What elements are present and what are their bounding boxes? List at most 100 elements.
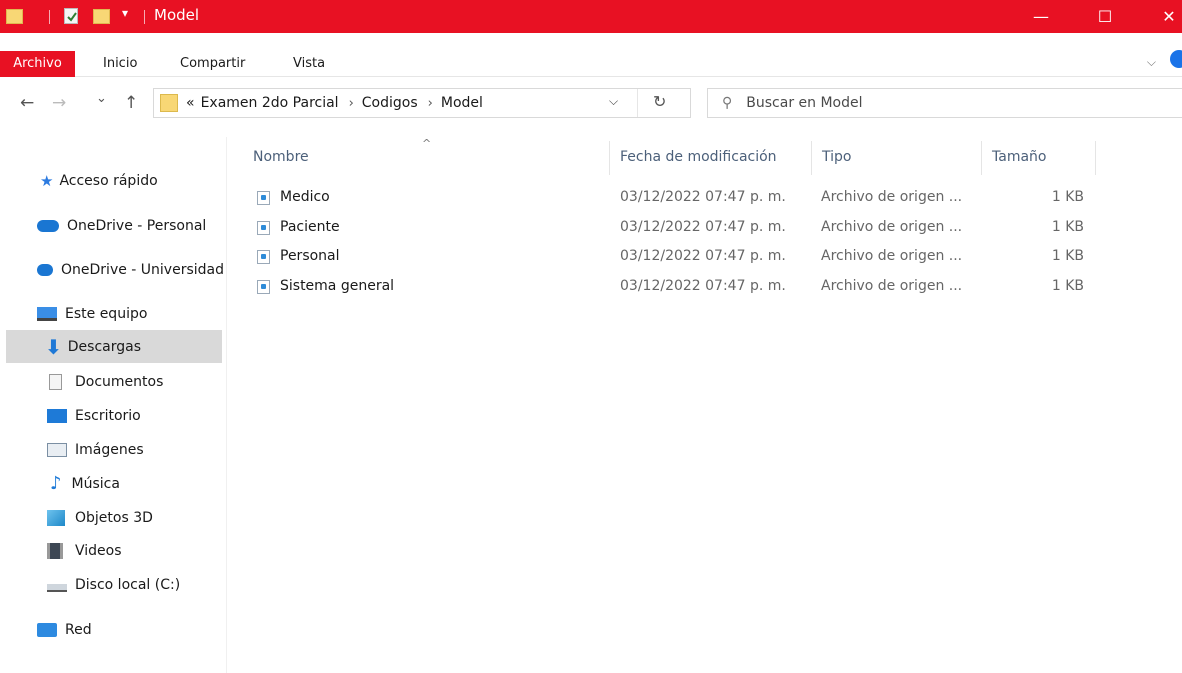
sidebar-item-label: Objetos 3D — [75, 509, 153, 526]
sidebar-item-disco-local[interactable]: Disco local (C:) — [47, 568, 222, 601]
sidebar-item-label: OneDrive - Personal — [67, 217, 207, 234]
sidebar-item-imagenes[interactable]: Imágenes — [47, 433, 222, 466]
breadcrumb-chevron-icon[interactable]: › — [428, 96, 433, 111]
source-file-icon — [257, 250, 270, 264]
computer-icon — [37, 306, 57, 321]
ribbon-expand-icon[interactable]: ⌵ — [1147, 55, 1156, 70]
file-size: 1 KB — [1051, 189, 1084, 205]
file-name: Paciente — [280, 219, 340, 235]
navigation-pane: ★ Acceso rápido OneDrive - Personal OneD… — [0, 137, 227, 673]
new-folder-icon[interactable] — [93, 9, 110, 24]
file-row[interactable]: Personal 03/12/2022 07:47 p. m. Archivo … — [250, 242, 1090, 272]
minimize-button[interactable]: — — [1018, 0, 1064, 33]
breadcrumb-chevron-icon[interactable]: › — [349, 96, 354, 111]
file-name: Personal — [280, 248, 340, 264]
sidebar-item-escritorio[interactable]: Escritorio — [47, 399, 222, 432]
column-divider[interactable] — [981, 141, 982, 175]
close-button[interactable]: ✕ — [1146, 0, 1182, 33]
file-row[interactable]: Medico 03/12/2022 07:47 p. m. Archivo de… — [250, 183, 1090, 213]
recent-locations-icon[interactable]: ⌄ — [96, 91, 107, 106]
file-row[interactable]: Sistema general 03/12/2022 07:47 p. m. A… — [250, 272, 1090, 302]
sidebar-item-label: Documentos — [75, 373, 164, 390]
title-separator — [144, 10, 145, 24]
folder-icon — [6, 9, 23, 24]
forward-arrow-icon[interactable]: → — [52, 93, 66, 113]
sidebar-item-label: Descargas — [67, 338, 141, 355]
sidebar-item-este-equipo[interactable]: Este equipo — [37, 297, 222, 330]
file-date: 03/12/2022 07:47 p. m. — [620, 248, 786, 264]
breadcrumb-model[interactable]: Model — [441, 95, 483, 111]
address-bar[interactable]: « Examen 2do Parcial › Codigos › Model ⌵… — [153, 88, 691, 118]
address-divider — [637, 89, 638, 117]
ribbon: Archivo Inicio Compartir Vista ⌵ — [0, 33, 1182, 77]
file-name: Medico — [280, 189, 330, 205]
properties-check-icon[interactable] — [64, 8, 78, 24]
qat-dropdown-icon[interactable]: ▾ — [122, 6, 128, 20]
sidebar-item-label: Imágenes — [75, 441, 144, 458]
sidebar-item-descargas[interactable]: ⬇ Descargas — [6, 330, 222, 363]
file-type: Archivo de origen ... — [821, 248, 963, 264]
column-header-tamano[interactable]: Tamaño — [992, 137, 1092, 177]
folder-icon — [160, 94, 178, 112]
back-arrow-icon[interactable]: ← — [20, 93, 34, 113]
cloud-icon — [37, 263, 54, 276]
sidebar-item-label: Este equipo — [65, 305, 148, 322]
tab-compartir[interactable]: Compartir — [180, 51, 245, 77]
qat-separator — [49, 10, 50, 24]
tab-inicio[interactable]: Inicio — [103, 51, 137, 77]
sidebar-item-onedrive-universidad[interactable]: OneDrive - Universidad — [37, 253, 224, 286]
sidebar-item-musica[interactable]: ♪ Música — [50, 467, 222, 500]
sidebar-item-label: OneDrive - Universidad — [61, 261, 224, 278]
refresh-icon[interactable]: ↻ — [653, 92, 666, 111]
column-header-nombre[interactable]: Nombre — [253, 137, 608, 177]
tab-archivo[interactable]: Archivo — [0, 51, 75, 77]
network-icon — [37, 622, 57, 637]
window-title: Model — [154, 6, 200, 24]
column-header-fecha[interactable]: Fecha de modificación — [620, 137, 810, 177]
breadcrumb-examen-2do-parcial[interactable]: Examen 2do Parcial — [201, 95, 339, 111]
up-arrow-icon[interactable]: ↑ — [124, 93, 138, 113]
title-bar: ▾ Model — ☐ ✕ — [0, 0, 1182, 33]
address-dropdown-icon[interactable]: ⌵ — [609, 94, 618, 109]
download-arrow-icon: ⬇ — [45, 334, 62, 359]
file-type: Archivo de origen ... — [821, 189, 963, 205]
sidebar-item-onedrive-personal[interactable]: OneDrive - Personal — [37, 209, 222, 242]
file-name: Sistema general — [280, 278, 395, 294]
column-header-tipo[interactable]: Tipo — [822, 137, 980, 177]
sidebar-item-red[interactable]: Red — [37, 613, 222, 646]
column-divider[interactable] — [1095, 141, 1096, 175]
sidebar-item-label: Escritorio — [75, 407, 141, 424]
column-divider[interactable] — [811, 141, 812, 175]
source-file-icon — [257, 280, 270, 294]
sidebar-item-label: Red — [65, 621, 92, 638]
search-placeholder: Buscar en Model — [746, 95, 863, 111]
breadcrumb-overflow[interactable]: « — [186, 95, 195, 111]
sidebar-item-videos[interactable]: Videos — [47, 534, 222, 567]
tab-vista[interactable]: Vista — [293, 51, 325, 77]
pictures-icon — [47, 442, 67, 457]
file-type: Archivo de origen ... — [821, 219, 963, 235]
sidebar-item-objetos-3d[interactable]: Objetos 3D — [47, 501, 222, 534]
music-note-icon: ♪ — [50, 473, 62, 494]
file-date: 03/12/2022 07:47 p. m. — [620, 278, 786, 294]
sidebar-item-acceso-rapido[interactable]: ★ Acceso rápido — [40, 164, 225, 197]
file-size: 1 KB — [1051, 219, 1084, 235]
desktop-icon — [47, 408, 67, 423]
drive-icon — [47, 583, 67, 592]
help-icon[interactable] — [1170, 50, 1182, 68]
sidebar-item-label: Disco local (C:) — [75, 576, 181, 593]
film-icon — [47, 542, 63, 559]
maximize-button[interactable]: ☐ — [1082, 0, 1128, 33]
navigation-bar: ← → ⌄ ↑ « Examen 2do Parcial › Codigos ›… — [0, 77, 1182, 137]
sidebar-item-label: Música — [71, 475, 120, 492]
breadcrumb-codigos[interactable]: Codigos — [362, 95, 418, 111]
sidebar-item-label: Acceso rápido — [59, 172, 158, 189]
column-divider[interactable] — [609, 141, 610, 175]
cube-icon — [47, 509, 65, 526]
source-file-icon — [257, 221, 270, 235]
cloud-icon — [37, 219, 59, 232]
file-date: 03/12/2022 07:47 p. m. — [620, 189, 786, 205]
search-box[interactable]: ⚲ Buscar en Model — [707, 88, 1182, 118]
sidebar-item-documentos[interactable]: Documentos — [49, 365, 222, 398]
file-row[interactable]: Paciente 03/12/2022 07:47 p. m. Archivo … — [250, 213, 1090, 243]
